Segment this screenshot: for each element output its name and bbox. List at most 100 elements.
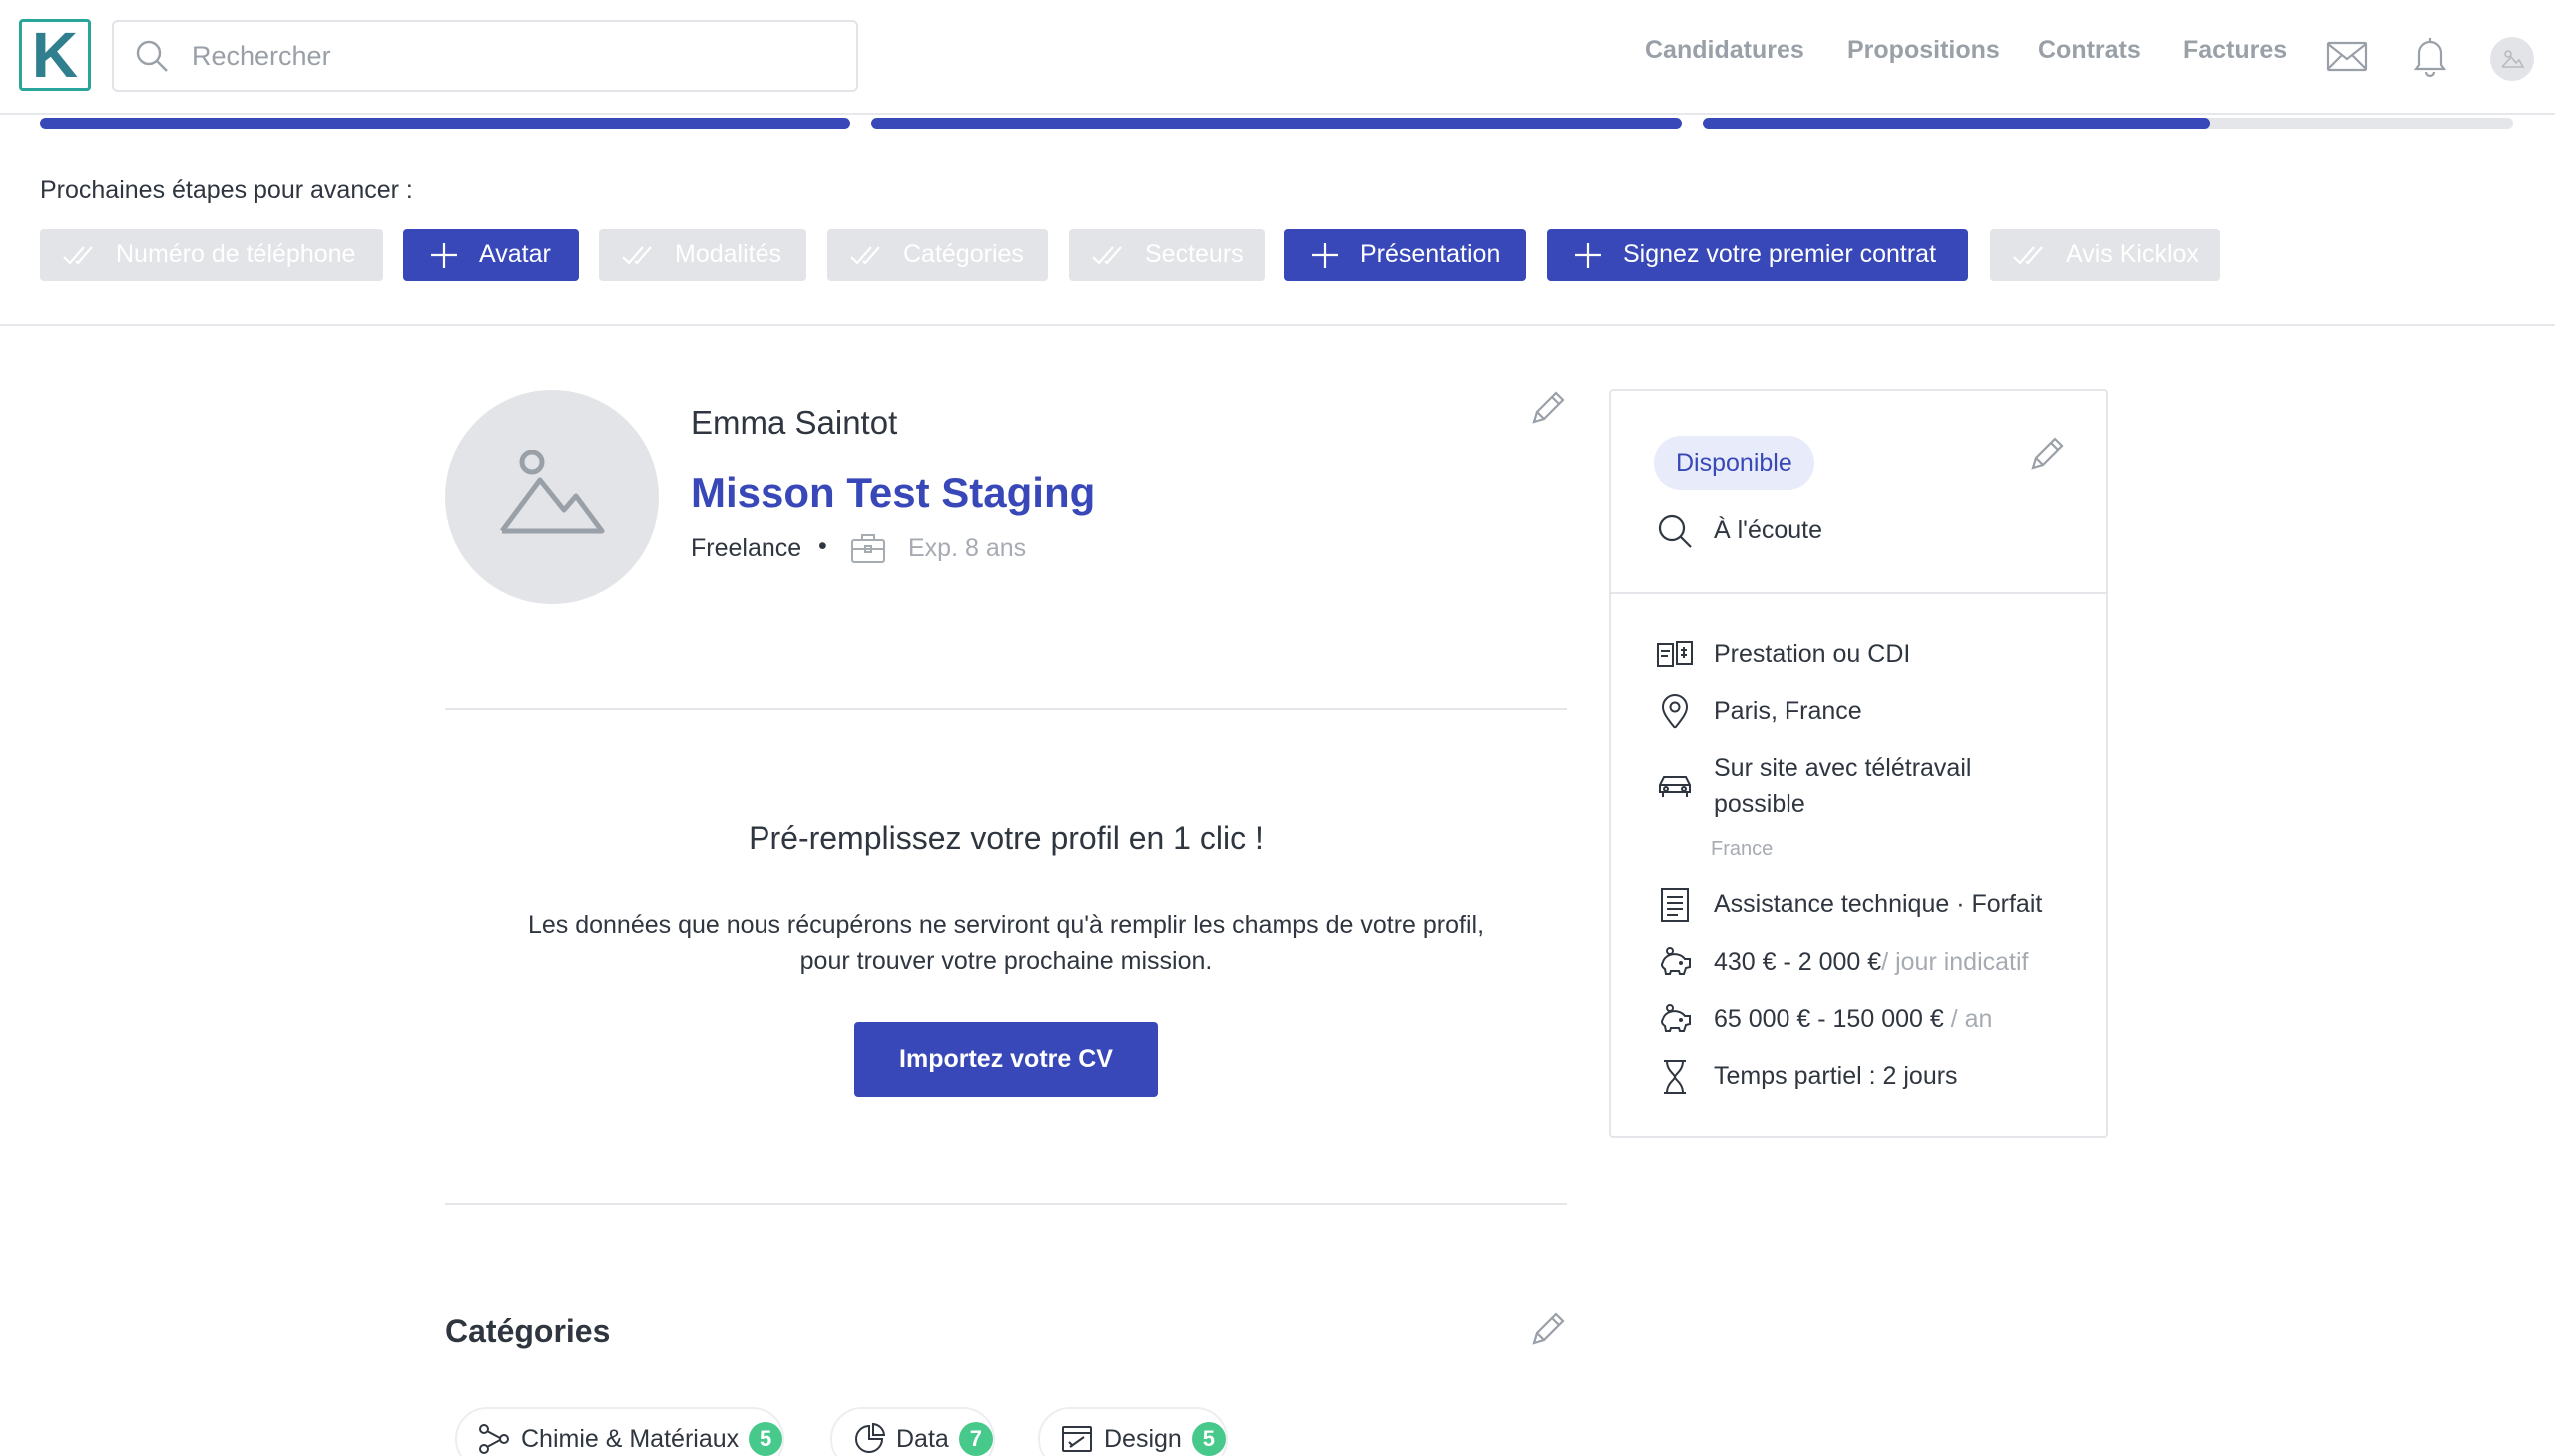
contract-text: Prestation ou CDI	[1714, 640, 1911, 668]
step-label: Numéro de téléphone	[116, 241, 356, 268]
progress-bar-3	[1703, 118, 2513, 129]
divider-bottom	[445, 1203, 1567, 1205]
step-label: Modalités	[675, 241, 781, 268]
step-7[interactable]: Avis Kicklox	[1990, 229, 2220, 281]
edit-profile-icon[interactable]	[1529, 389, 1567, 427]
profile-experience: Exp. 8 ans	[908, 534, 1027, 562]
double-check-icon	[1092, 245, 1122, 265]
profile-status: Freelance	[691, 534, 802, 562]
card-divider	[1611, 592, 2106, 594]
contract-row: Prestation ou CDI	[1656, 636, 1910, 674]
search-input[interactable]	[192, 36, 830, 76]
salary-row: 65 000 € - 150 000 € / an	[1656, 1001, 1992, 1039]
logo-letter: K	[31, 19, 79, 91]
step-6[interactable]: Signez votre premier contrat	[1547, 229, 1968, 281]
salary-text: 65 000 € - 150 000 € / an	[1714, 1001, 1992, 1037]
search-box[interactable]	[112, 20, 858, 92]
top-bar: K Candidatures Propositions Contrats Fac…	[0, 0, 2555, 115]
profile-headline: Misson Test Staging	[691, 469, 1096, 516]
import-cv-button[interactable]: Importez votre CV	[854, 1022, 1158, 1097]
remote-country: France	[1711, 838, 1774, 860]
listening-row: À l'écoute	[1656, 512, 1822, 550]
progress-bar-2	[871, 118, 1682, 129]
nav-contrats[interactable]: Contrats	[2038, 36, 2141, 65]
double-check-icon	[2013, 245, 2043, 265]
search-icon	[1658, 514, 1692, 548]
molecule-icon	[479, 1424, 509, 1454]
step-3[interactable]: Catégories	[827, 229, 1048, 281]
progress-bar-1	[40, 118, 850, 129]
envelope-icon[interactable]	[2325, 34, 2369, 78]
import-description: Les données que nous récupérons ne servi…	[445, 907, 1567, 979]
category-count: 5	[749, 1422, 783, 1456]
mission-text: Assistance technique · Forfait	[1714, 890, 2043, 918]
location-text: Paris, France	[1714, 697, 1862, 725]
pie-chart-icon	[855, 1422, 886, 1453]
section-divider	[0, 324, 2555, 326]
import-title: Pré-remplissez votre profil en 1 clic !	[749, 820, 1264, 856]
category-chip-data[interactable]: Data 7	[830, 1407, 995, 1456]
remote-row: Sur site avec télétravail possible	[1656, 750, 1971, 822]
category-label: Design	[1104, 1424, 1182, 1453]
daily-rate-value: 430 € - 2 000 €	[1714, 948, 1882, 976]
category-count: 7	[958, 1422, 993, 1456]
user-avatar[interactable]	[2490, 37, 2534, 81]
category-chip-design[interactable]: Design 5	[1038, 1407, 1228, 1456]
step-label: Présentation	[1360, 241, 1501, 268]
bell-icon[interactable]	[2408, 34, 2452, 78]
document-icon	[1661, 888, 1689, 922]
step-label: Secteurs	[1145, 241, 1244, 268]
daily-rate-unit: / jour indicatif	[1881, 948, 2029, 976]
divider-top	[445, 708, 1567, 710]
car-icon	[1659, 776, 1691, 797]
profile-picture[interactable]	[445, 390, 659, 604]
listening-text: À l'écoute	[1714, 516, 1823, 544]
image-placeholder-icon	[499, 450, 605, 534]
contract-icon	[1657, 641, 1693, 667]
category-label: Chimie & Matériaux	[521, 1424, 740, 1453]
edit-availability-icon[interactable]	[2028, 435, 2066, 473]
step-label: Avis Kicklox	[2066, 241, 2199, 268]
meta-separator: •	[818, 532, 827, 560]
hourglass-icon	[1664, 1060, 1686, 1094]
step-2[interactable]: Modalités	[599, 229, 806, 281]
plus-icon	[1312, 242, 1338, 268]
daily-rate-text: 430 € - 2 000 €/ jour indicatif	[1714, 944, 2029, 980]
nav-candidatures[interactable]: Candidatures	[1645, 36, 1804, 65]
daily-rate-row: 430 € - 2 000 €/ jour indicatif	[1656, 944, 2029, 982]
mission-row: Assistance technique · Forfait	[1656, 886, 2042, 924]
progress-fill-3	[1703, 118, 2210, 129]
category-chip-chimie[interactable]: Chimie & Matériaux 5	[455, 1407, 785, 1456]
search-icon	[136, 40, 168, 72]
time-row: Temps partiel : 2 jours	[1656, 1058, 1958, 1096]
remote-line1: Sur site avec télétravail	[1714, 754, 1972, 782]
salary-unit: / an	[1943, 1005, 1993, 1033]
nav-propositions[interactable]: Propositions	[1847, 36, 2000, 65]
plus-icon	[431, 242, 457, 268]
double-check-icon	[850, 245, 880, 265]
double-check-icon	[63, 245, 93, 265]
step-4[interactable]: Secteurs	[1069, 229, 1265, 281]
double-check-icon	[622, 245, 652, 265]
avatar-placeholder-icon	[2501, 50, 2525, 68]
location-row: Paris, France	[1656, 693, 1862, 730]
salary-value: 65 000 € - 150 000 €	[1714, 1005, 1944, 1033]
piggy-bank-icon	[1660, 1004, 1691, 1032]
step-label: Signez votre premier contrat	[1623, 241, 1937, 268]
progress-fill-2	[871, 118, 1682, 129]
next-steps-title: Prochaines étapes pour avancer :	[40, 176, 413, 204]
time-text: Temps partiel : 2 jours	[1714, 1062, 1958, 1090]
step-label: Avatar	[479, 241, 551, 268]
nav-factures[interactable]: Factures	[2183, 36, 2287, 65]
step-label: Catégories	[903, 241, 1024, 268]
remote-text: Sur site avec télétravail possible	[1714, 750, 1971, 822]
category-count: 5	[1191, 1422, 1226, 1456]
step-0[interactable]: Numéro de téléphone	[40, 229, 383, 281]
edit-categories-icon[interactable]	[1529, 1310, 1567, 1348]
remote-line2: possible	[1714, 790, 1805, 818]
step-5[interactable]: Présentation	[1284, 229, 1526, 281]
profile-name: Emma Saintot	[691, 404, 898, 441]
step-1[interactable]: Avatar	[403, 229, 579, 281]
briefcase-icon	[851, 534, 885, 563]
logo[interactable]: K	[19, 19, 91, 91]
